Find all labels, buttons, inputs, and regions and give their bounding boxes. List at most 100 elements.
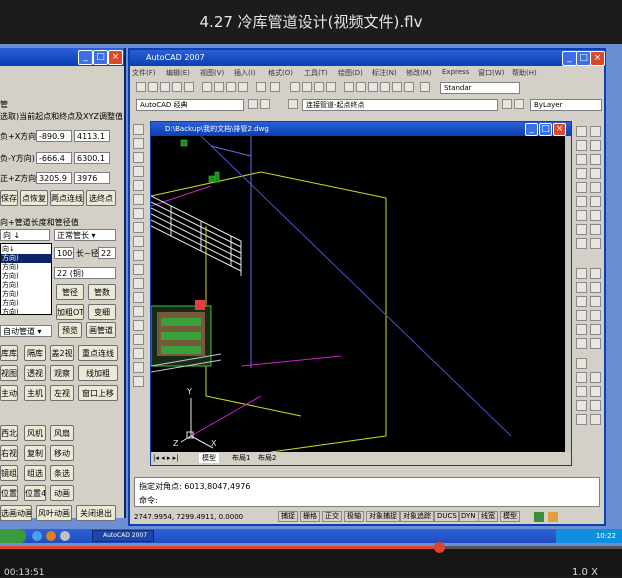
save-icon[interactable] bbox=[160, 82, 170, 92]
help-icon[interactable] bbox=[420, 82, 430, 92]
grid-button[interactable]: 视图 bbox=[0, 365, 18, 381]
pipe-length-mode-combo[interactable]: 正常管长 ▾ bbox=[54, 229, 116, 241]
model-space-canvas[interactable]: Y X Z bbox=[150, 135, 565, 453]
grid-button[interactable]: 镜组 bbox=[0, 465, 18, 481]
revision-cloud-icon[interactable] bbox=[133, 222, 144, 233]
grid-button[interactable]: 风扇 bbox=[50, 425, 74, 441]
snap-toggle[interactable]: 捕捉 bbox=[278, 511, 298, 522]
hatch-icon[interactable] bbox=[133, 320, 144, 331]
taskbar-autocad-item[interactable]: AutoCAD 2007 bbox=[92, 530, 154, 542]
make-block-icon[interactable] bbox=[133, 292, 144, 303]
grid-button[interactable]: 线加粗 bbox=[78, 365, 118, 381]
sheet-set-icon[interactable] bbox=[380, 82, 390, 92]
snap-endpoint-icon[interactable] bbox=[576, 358, 587, 369]
osnap-toggle[interactable]: 对象捕捉 bbox=[366, 511, 400, 522]
dropdown-item[interactable]: 方向) bbox=[1, 263, 52, 272]
dropdown-item[interactable]: 方向) bbox=[1, 290, 52, 299]
ellipse-arc-icon[interactable] bbox=[133, 264, 144, 275]
stretch-icon[interactable] bbox=[576, 238, 587, 249]
wedge-icon[interactable] bbox=[590, 182, 601, 193]
box-icon[interactable] bbox=[590, 126, 601, 137]
ducs-toggle[interactable]: DUCS bbox=[434, 511, 460, 522]
grid-button[interactable]: 选画动画 bbox=[0, 505, 32, 521]
slice-icon[interactable] bbox=[590, 238, 601, 249]
maximize-button[interactable]: □ bbox=[93, 50, 108, 65]
diameter-field[interactable]: 22 bbox=[98, 247, 116, 259]
join-icon[interactable] bbox=[576, 310, 587, 321]
text-style-combo[interactable]: Standar bbox=[440, 82, 520, 94]
array-icon[interactable] bbox=[576, 182, 587, 193]
layer-manager-icon[interactable] bbox=[288, 99, 298, 109]
cylinder-icon[interactable] bbox=[590, 154, 601, 165]
close-button[interactable]: × bbox=[553, 123, 566, 136]
thin-button[interactable]: 变细 bbox=[88, 304, 116, 320]
exit-button[interactable]: 关闭退出 bbox=[76, 505, 116, 521]
color-combo[interactable]: ByLayer bbox=[530, 99, 602, 111]
media-icon[interactable] bbox=[46, 531, 56, 541]
point-icon[interactable] bbox=[133, 306, 144, 317]
polar-toggle[interactable]: 极轴 bbox=[344, 511, 364, 522]
grid-button[interactable]: 右视 bbox=[0, 445, 18, 461]
length-field[interactable]: 1000 bbox=[54, 247, 74, 259]
close-button[interactable]: × bbox=[590, 51, 605, 66]
spline-icon[interactable] bbox=[133, 236, 144, 247]
menu-tools[interactable]: 工具(T) bbox=[304, 68, 328, 78]
lineweight-toggle[interactable]: 线宽 bbox=[478, 511, 498, 522]
ie-icon[interactable] bbox=[32, 531, 42, 541]
z-value-field[interactable]: 3205.9 bbox=[36, 172, 72, 184]
dropdown-item[interactable]: 向↓ bbox=[1, 245, 52, 254]
workspace-combo[interactable]: AutoCAD 经典 bbox=[136, 99, 244, 111]
menu-file[interactable]: 文件(F) bbox=[132, 68, 156, 78]
dropdown-item[interactable]: 方向) bbox=[1, 281, 52, 290]
rotate-icon[interactable] bbox=[576, 210, 587, 221]
grid-button[interactable]: 西北 bbox=[0, 425, 18, 441]
make-current-layer-icon[interactable] bbox=[502, 99, 512, 109]
table-icon[interactable] bbox=[133, 362, 144, 373]
calculator-icon[interactable] bbox=[404, 82, 414, 92]
progress-knob[interactable] bbox=[434, 542, 446, 553]
x-end-field[interactable]: 4113.1 bbox=[74, 130, 110, 142]
grid-button[interactable]: 组选 bbox=[24, 465, 46, 481]
snap-center-icon[interactable] bbox=[576, 386, 587, 397]
copy-icon[interactable] bbox=[214, 82, 224, 92]
menu-express[interactable]: Express bbox=[442, 68, 469, 76]
pencil-icon[interactable] bbox=[590, 338, 601, 349]
zoom-window-icon[interactable] bbox=[314, 82, 324, 92]
menu-insert[interactable]: 插入(I) bbox=[234, 68, 256, 78]
revolve-icon[interactable] bbox=[590, 224, 601, 235]
select-end-button[interactable]: 选终点 bbox=[86, 190, 116, 206]
grid-button[interactable]: 主机 bbox=[24, 385, 46, 401]
circle-icon[interactable] bbox=[133, 208, 144, 219]
zoom-realtime-icon[interactable] bbox=[302, 82, 312, 92]
grid-button[interactable]: 库库 bbox=[0, 345, 18, 361]
fillet-icon[interactable] bbox=[576, 338, 587, 349]
torus-icon[interactable] bbox=[590, 196, 601, 207]
menu-edit[interactable]: 编辑(E) bbox=[166, 68, 190, 78]
construction-line-icon[interactable] bbox=[133, 138, 144, 149]
grid-button[interactable]: 透视 bbox=[24, 365, 46, 381]
grid-button[interactable]: 盖2视 bbox=[50, 345, 74, 361]
grid-button[interactable]: 左视 bbox=[50, 385, 74, 401]
auto-pipe-combo[interactable]: 自动管道 ▾ bbox=[0, 325, 52, 337]
design-center-icon[interactable] bbox=[356, 82, 366, 92]
ray-icon[interactable] bbox=[590, 282, 601, 293]
xline-icon[interactable] bbox=[590, 268, 601, 279]
paste-icon[interactable] bbox=[226, 82, 236, 92]
dyn-toggle[interactable]: DYN bbox=[458, 511, 479, 522]
pipe-diameter-button[interactable]: 管径 bbox=[56, 284, 84, 300]
grid-button[interactable]: 窗口上移 bbox=[78, 385, 118, 401]
grid-button[interactable]: 移动 bbox=[50, 445, 74, 461]
otrack-toggle[interactable]: 对象追踪 bbox=[400, 511, 434, 522]
cut-icon[interactable] bbox=[202, 82, 212, 92]
comm-center-icon[interactable] bbox=[548, 512, 558, 522]
menu-view[interactable]: 视图(V) bbox=[200, 68, 224, 78]
y-end-field[interactable]: 6300.1 bbox=[74, 152, 110, 164]
extrude-icon[interactable] bbox=[590, 210, 601, 221]
redo-icon[interactable] bbox=[270, 82, 280, 92]
thicken-button[interactable]: 加粗OT bbox=[56, 304, 84, 320]
start-button[interactable] bbox=[0, 529, 26, 543]
snap-perpendicular-icon[interactable] bbox=[590, 400, 601, 411]
pipe-material-combo[interactable]: 22 (铜) bbox=[54, 267, 116, 279]
preview-button[interactable]: 预览 bbox=[58, 322, 82, 338]
polygon-icon[interactable] bbox=[133, 166, 144, 177]
